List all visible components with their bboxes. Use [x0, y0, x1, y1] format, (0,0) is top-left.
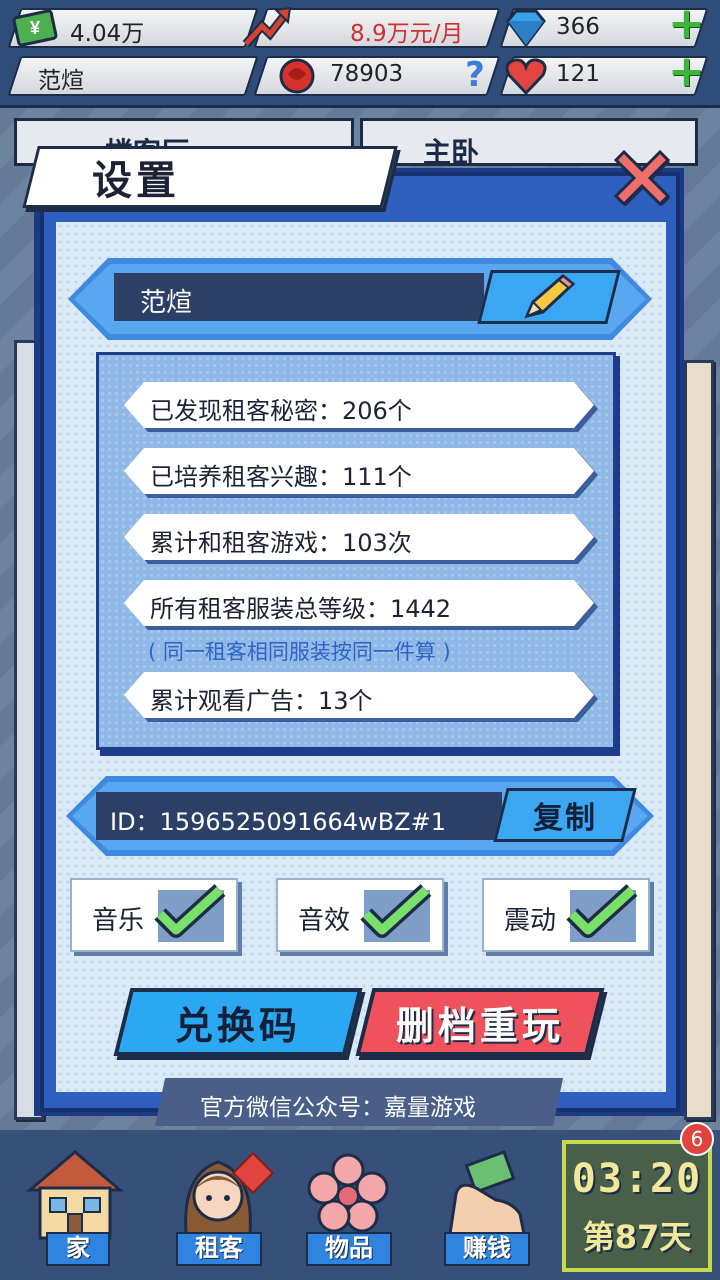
cash-value: 4.04万	[70, 21, 145, 47]
sound-effects-toggle[interactable]: 音效	[276, 878, 444, 952]
svg-text:¥: ¥	[30, 18, 40, 38]
sound-effects-label: 音效	[298, 906, 351, 936]
money-hand-icon	[448, 1150, 526, 1236]
edit-name-button[interactable]	[477, 270, 621, 324]
flower-icon	[307, 1153, 389, 1233]
reputation-icon	[272, 52, 322, 100]
vibration-label: 震动	[504, 906, 557, 936]
page-title: 设置	[92, 158, 180, 204]
nav-earn-label: 赚钱	[444, 1232, 530, 1266]
checkmark-icon	[566, 884, 638, 938]
nav-earn-button[interactable]: 赚钱	[428, 1144, 546, 1272]
pencil-icon	[524, 274, 576, 319]
stat-games: 累计和租客游戏：103次	[124, 514, 594, 560]
close-icon	[613, 149, 671, 207]
copy-label: 复制	[533, 801, 597, 836]
clock-day: 第87天	[582, 1218, 692, 1256]
background-room-card	[684, 360, 714, 1120]
house-icon	[25, 1150, 125, 1240]
diamond-icon	[500, 4, 552, 52]
redeem-label: 兑换码	[174, 1003, 301, 1048]
heart-icon	[500, 52, 552, 100]
close-button[interactable]	[604, 140, 680, 216]
stat-interests: 已培养租客兴趣：111个	[124, 448, 594, 494]
nav-tenants-button[interactable]: 租客	[160, 1144, 278, 1272]
nav-items-button[interactable]: 物品	[290, 1144, 408, 1272]
player-name: 范煊	[38, 68, 84, 94]
nav-home-label: 家	[46, 1232, 110, 1266]
music-label: 音乐	[92, 906, 145, 936]
title-tag	[22, 146, 398, 208]
checkmark-icon	[154, 884, 226, 938]
stat-outfit-level: 所有租客服装总等级：1442	[124, 580, 594, 626]
cash-icon: ¥	[10, 4, 60, 52]
vibration-checkbox[interactable]	[566, 884, 638, 942]
stat-secrets: 已发现租客秘密：206个	[124, 382, 594, 428]
wechat-text: 官方微信公众号：嘉量游戏	[200, 1095, 476, 1121]
vibration-toggle[interactable]: 震动	[482, 878, 650, 952]
game-clock: 03:20 第87天	[562, 1140, 712, 1272]
stats-note: ( 同一租客相同服装按同一件算 )	[148, 640, 451, 664]
copy-id-button[interactable]: 复制	[493, 788, 637, 842]
reputation-value: 78903	[330, 61, 404, 87]
player-name-field: 范煊	[114, 273, 484, 321]
nav-home-button[interactable]: 家	[16, 1144, 134, 1272]
hearts-value: 121	[556, 61, 600, 87]
clock-time: 03:20	[571, 1156, 703, 1202]
music-toggle[interactable]: 音乐	[70, 878, 238, 952]
sound-effects-checkbox[interactable]	[360, 884, 432, 942]
add-hearts-button[interactable]: +	[668, 50, 705, 94]
diamond-value: 366	[556, 14, 600, 40]
reset-label: 删档重玩	[395, 1003, 564, 1048]
status-bar: ¥ 4.04万 8.9万元/月 366 + 范煊 78903 ? 121 +	[0, 0, 720, 108]
income-value: 8.9万元/月	[350, 21, 464, 47]
music-checkbox[interactable]	[154, 884, 226, 942]
redeem-code-button[interactable]: 兑换码	[113, 988, 363, 1056]
player-id: ID：1596525091664wBZ#1	[96, 792, 502, 840]
add-diamonds-button[interactable]: +	[668, 2, 705, 46]
income-arrow-icon	[240, 2, 296, 52]
reset-game-button[interactable]: 删档重玩	[355, 988, 605, 1056]
nav-tenants-label: 租客	[176, 1232, 262, 1266]
stat-ads: 累计观看广告：13个	[124, 672, 594, 718]
checkmark-icon	[360, 884, 432, 938]
help-icon[interactable]: ?	[458, 54, 492, 96]
nav-items-label: 物品	[306, 1232, 392, 1266]
notification-badge: 6	[680, 1122, 714, 1156]
